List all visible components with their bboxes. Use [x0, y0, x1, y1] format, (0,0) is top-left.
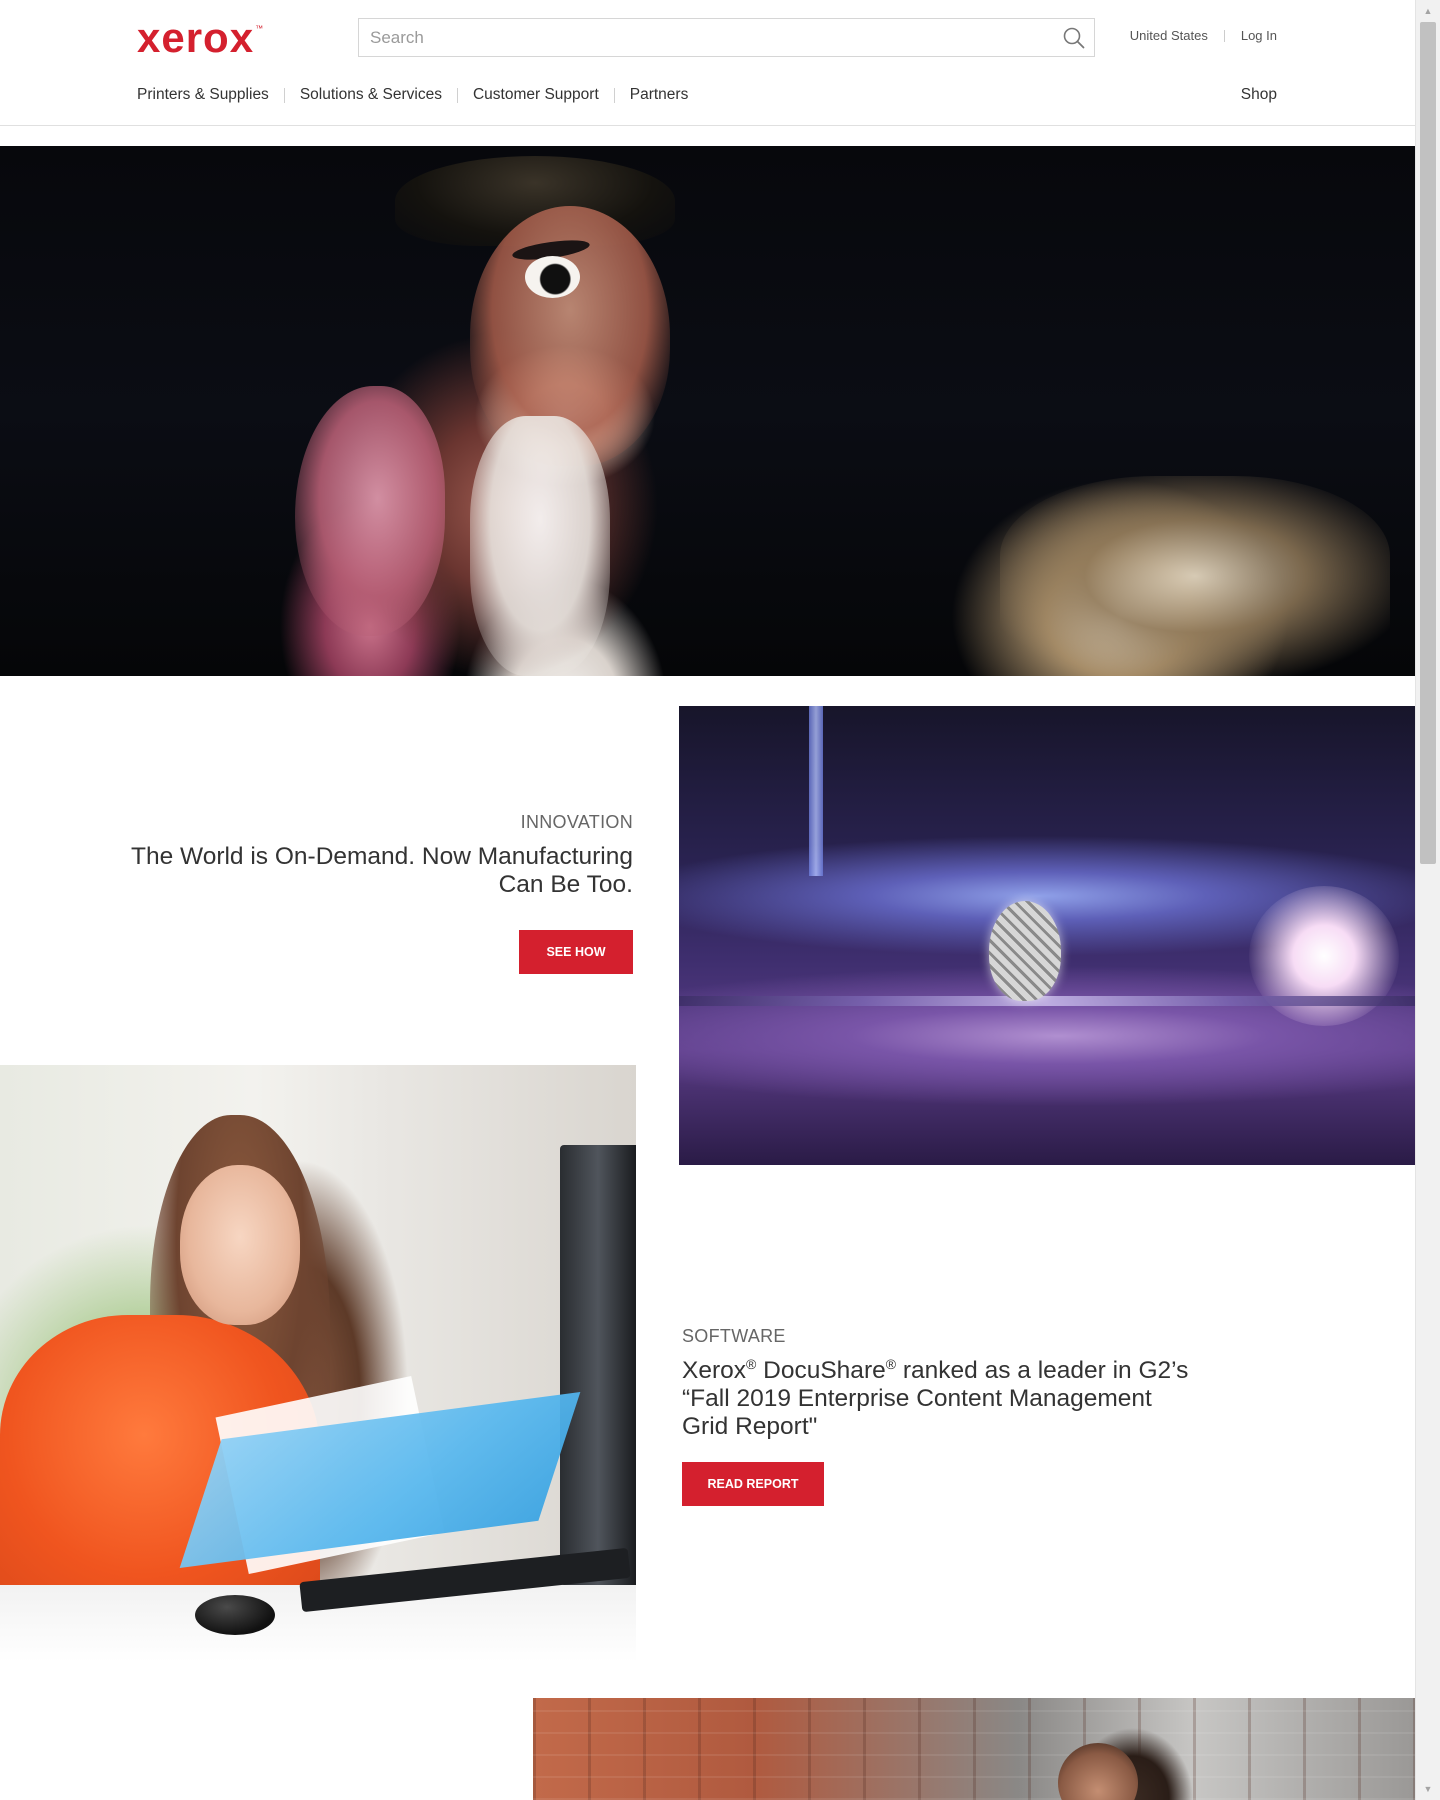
hero-coin-pile	[1000, 476, 1390, 676]
innovation-headline: The World is On-Demand. Now Manufacturin…	[131, 843, 633, 898]
computer-monitor	[560, 1145, 636, 1585]
woman-face	[180, 1165, 300, 1325]
utility-divider	[1223, 29, 1225, 42]
person-head	[1058, 1743, 1138, 1800]
computer-mouse	[195, 1595, 275, 1635]
nav-divider	[283, 87, 285, 103]
scrollbar-thumb[interactable]	[1420, 22, 1436, 864]
hero-figure-beard	[470, 416, 610, 676]
scroll-up-icon[interactable]: ▲	[1416, 2, 1440, 20]
software-eyebrow: SOFTWARE	[682, 1326, 786, 1346]
utility-nav: United States Log In	[1130, 28, 1277, 43]
xerox-homepage: xerox ™ United States Log In Printers & …	[0, 0, 1415, 1800]
scroll-down-icon[interactable]: ▼	[1416, 1780, 1440, 1798]
nav-item-customer-support[interactable]: Customer Support	[473, 86, 599, 104]
printed-lattice-object	[989, 901, 1061, 1001]
registered-mark: ®	[746, 1355, 757, 1372]
nav-divider	[613, 87, 615, 103]
headline-docushare: DocuShare	[756, 1357, 886, 1384]
office-brick-wall-image	[533, 1698, 1415, 1800]
registered-mark: ®	[885, 1355, 897, 1372]
nav-item-printers-supplies[interactable]: Printers & Supplies	[137, 86, 269, 104]
hero-video-image[interactable]	[0, 146, 1415, 676]
logo-wordmark: xerox	[137, 14, 255, 61]
search-box	[358, 18, 1095, 57]
read-report-button[interactable]: READ REPORT	[682, 1462, 824, 1506]
nav-item-partners[interactable]: Partners	[630, 86, 689, 104]
innovation-promo: INNOVATION The World is On-Demand. Now M…	[120, 812, 633, 974]
page-scrollbar[interactable]: ▲ ▼	[1415, 0, 1440, 1800]
headline-xerox: Xerox	[682, 1357, 747, 1384]
woman-at-desk-image	[0, 1065, 636, 1662]
software-promo: SOFTWARE Xerox® DocuShare® ranked as a l…	[682, 1326, 1202, 1506]
3d-printer-image	[679, 706, 1415, 1165]
nav-item-solutions-services[interactable]: Solutions & Services	[300, 86, 442, 104]
login-link[interactable]: Log In	[1241, 28, 1277, 43]
region-selector-link[interactable]: United States	[1130, 28, 1208, 43]
shop-link[interactable]: Shop	[1241, 86, 1277, 104]
site-header: xerox ™ United States Log In Printers & …	[0, 0, 1415, 126]
printer-platform	[679, 996, 1415, 1006]
logo-trademark: ™	[255, 24, 264, 33]
hero-figure-ear	[295, 386, 445, 636]
see-how-button[interactable]: SEE HOW	[519, 930, 633, 974]
hero-figure-eye	[525, 256, 580, 298]
innovation-eyebrow: INNOVATION	[520, 812, 633, 832]
search-input[interactable]	[359, 19, 1054, 56]
printer-post	[809, 706, 823, 876]
main-nav: Printers & Supplies Solutions & Services…	[137, 86, 688, 104]
search-icon[interactable]	[1054, 19, 1094, 56]
xerox-logo[interactable]: xerox ™	[137, 14, 263, 62]
software-headline: Xerox® DocuShare® ranked as a leader in …	[682, 1357, 1202, 1441]
nav-divider	[456, 87, 458, 103]
